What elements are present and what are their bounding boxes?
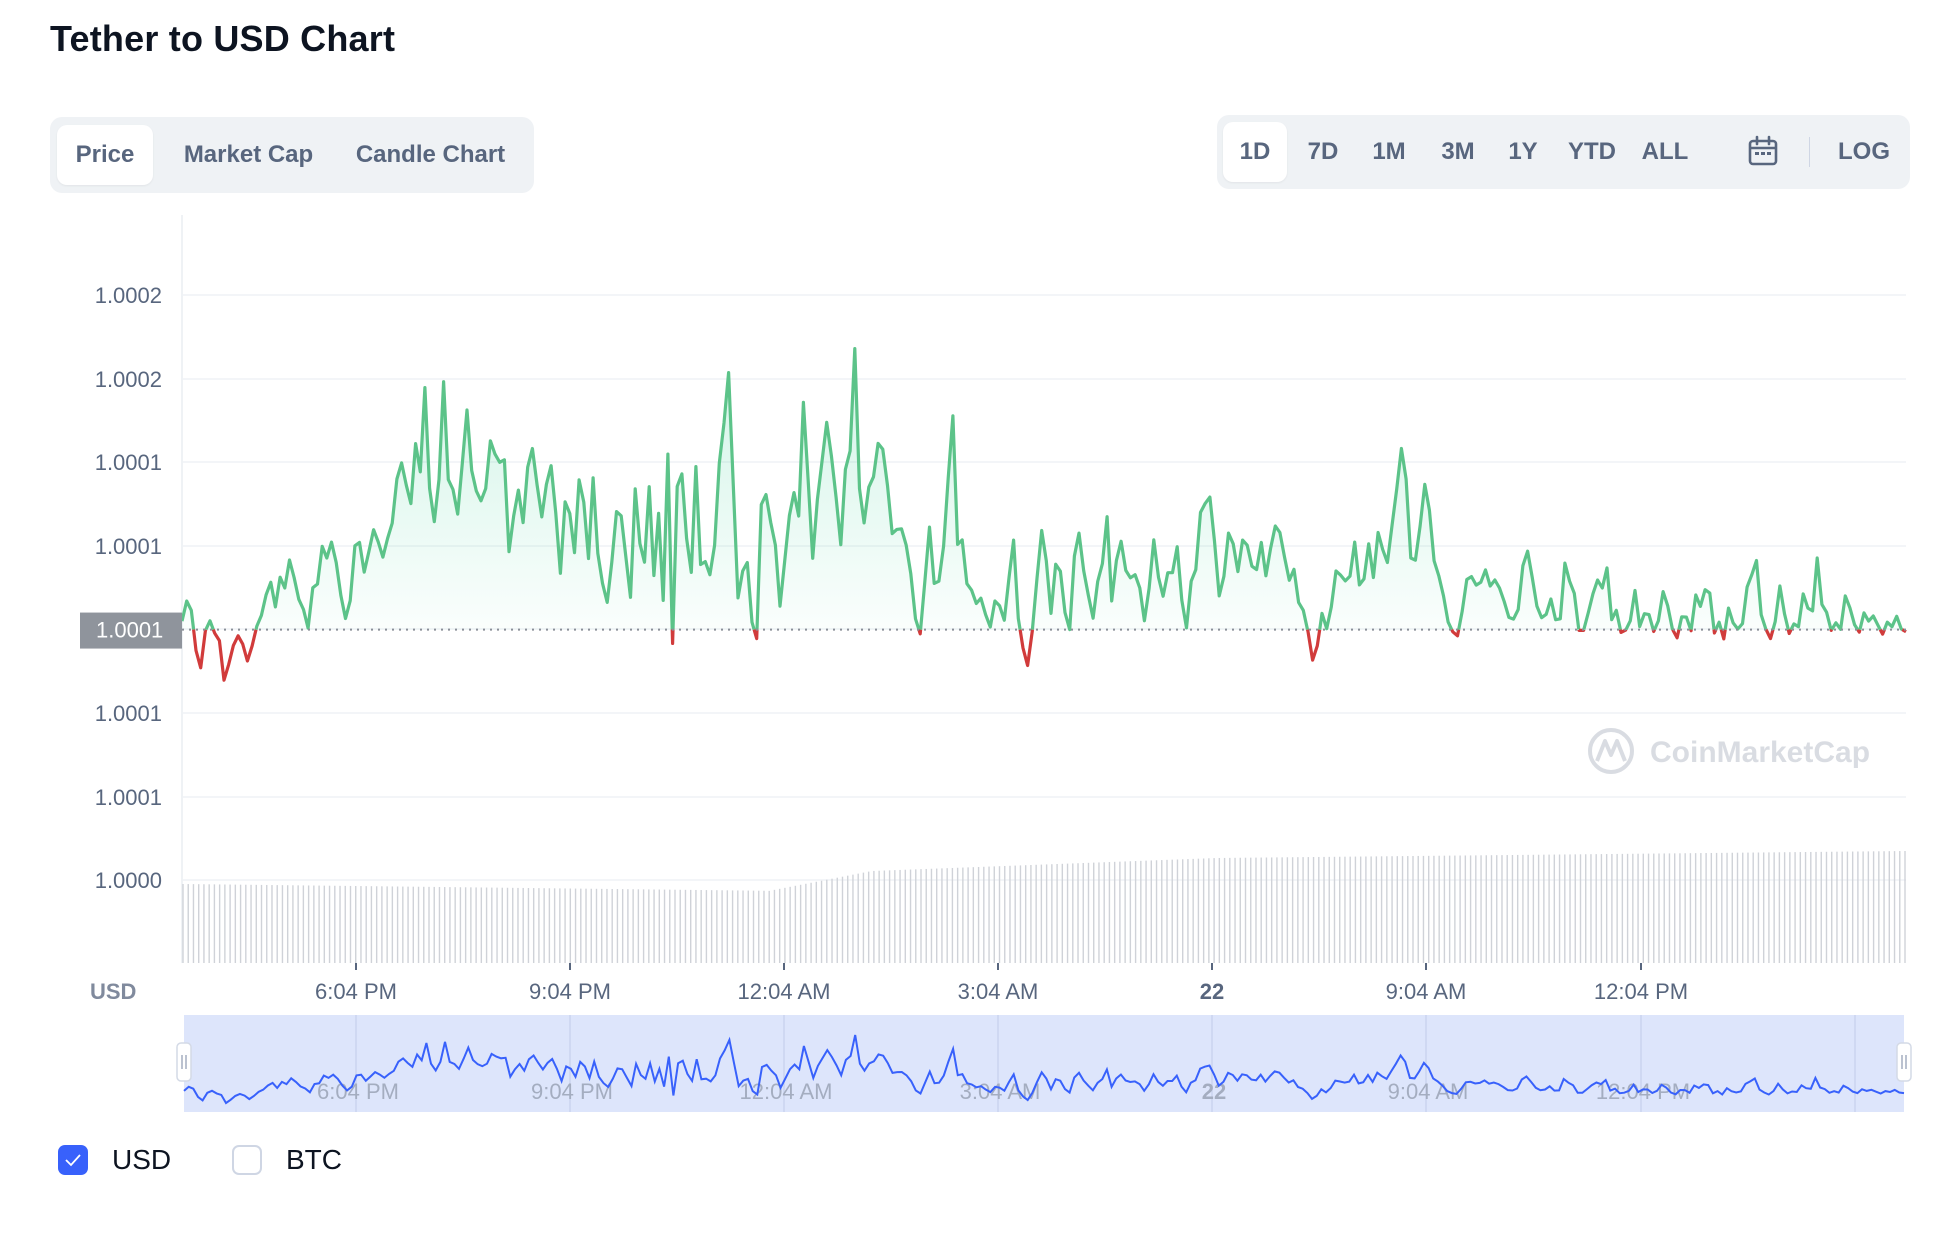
- y-tick-label: 1.0001: [95, 450, 162, 475]
- btc-checkbox[interactable]: [232, 1145, 262, 1175]
- price-area: [182, 348, 1906, 630]
- current-price-label: 1.0001: [80, 612, 182, 649]
- x-tick-label: 22: [1200, 979, 1224, 1004]
- currency-label: USD: [90, 979, 136, 1004]
- legend-btc-label: BTC: [286, 1144, 342, 1175]
- price-line-down: [1671, 628, 1681, 640]
- y-tick-label: 1.0001: [95, 701, 162, 726]
- navigator-tick-label: 6:04 PM: [317, 1079, 399, 1104]
- check-icon: [65, 1154, 81, 1167]
- price-line-down: [670, 629, 675, 646]
- price-line-down: [1786, 628, 1793, 636]
- x-tick-label: 12:04 PM: [1594, 979, 1688, 1004]
- price-line-down: [211, 629, 258, 682]
- y-tick-label: 1.0002: [95, 283, 162, 308]
- y-tick-label: 1.0001: [95, 534, 162, 559]
- watermark-text: CoinMarketCap: [1650, 736, 1870, 769]
- x-tick-label: 9:04 AM: [1386, 979, 1467, 1004]
- navigator-handle-right[interactable]: [1896, 1042, 1912, 1082]
- price-line-down: [917, 629, 923, 636]
- price-line-down: [1018, 629, 1034, 668]
- legend-usd[interactable]: USD: [58, 1142, 171, 1178]
- legend-usd-label: USD: [112, 1144, 172, 1175]
- x-tick-label: 3:04 AM: [958, 979, 1039, 1004]
- y-tick-label: 1.0000: [95, 868, 162, 893]
- x-tick-label: 9:04 PM: [529, 979, 611, 1004]
- price-line-down: [1764, 628, 1775, 641]
- y-tick-label: 1.0002: [95, 367, 162, 392]
- y-axis-ticks: 1.0002 1.0002 1.0001 1.0001 1.0001 1.0001 1.00…: [95, 283, 162, 893]
- range-navigator: 6:04 PM 9:04 PM 12:04 AM 3:04 AM 22 9:04 AM 12…: [176, 1015, 1912, 1112]
- price-line-down: [1719, 629, 1727, 641]
- x-tick-label: 6:04 PM: [315, 979, 397, 1004]
- price-line-down: [752, 629, 759, 641]
- navigator-tick-label: 9:04 PM: [531, 1079, 613, 1104]
- legend-btc[interactable]: BTC: [232, 1142, 342, 1178]
- price-line-down: [1689, 629, 1693, 633]
- price-chart[interactable]: 1.0002 1.0002 1.0001 1.0001 1.0001 1.0001 1.00…: [0, 0, 1960, 1130]
- price-line-down: [192, 628, 208, 670]
- volume-bars: [182, 851, 1906, 963]
- x-tick-label: 12:04 AM: [738, 979, 831, 1004]
- usd-checkbox[interactable]: [58, 1145, 88, 1175]
- x-axis-ticks: 6:04 PM 9:04 PM 12:04 AM 3:04 AM 22 9:04 AM 12…: [315, 963, 1688, 1004]
- price-line-down: [1829, 628, 1834, 633]
- navigator-tick-label: 9:04 AM: [1388, 1079, 1469, 1104]
- price-line-down: [1856, 628, 1862, 634]
- watermark: CoinMarketCap: [1588, 728, 1870, 774]
- navigator-handle-left[interactable]: [176, 1042, 192, 1082]
- y-tick-label: 1.0001: [95, 785, 162, 810]
- price-line-down: [1305, 629, 1322, 662]
- current-price-text: 1.0001: [96, 618, 163, 643]
